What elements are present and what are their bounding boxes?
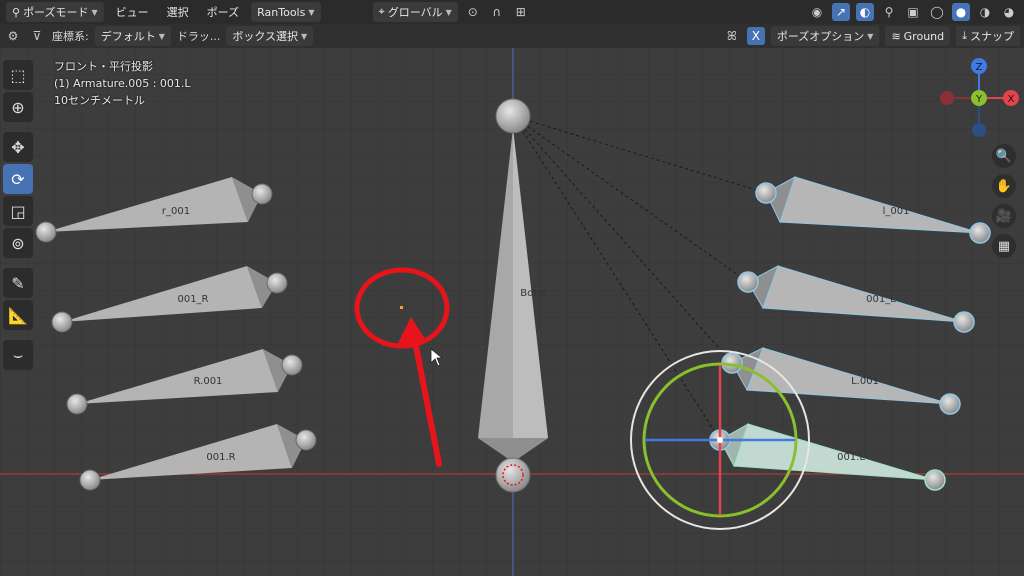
gear-icon[interactable]: ⚙ [4,27,22,45]
wireframe-shading-icon[interactable]: ◯ [928,3,946,21]
menu-select[interactable]: 選択 [161,2,195,22]
orientation-icon: ⌖ [378,5,385,18]
cursor-icon[interactable]: ⊕ [3,92,33,122]
chevron-down-icon: ▼ [308,7,315,17]
menu-view[interactable]: ビュー [110,2,155,22]
3d-cursor-dot [400,306,403,309]
chevron-down-icon: ▼ [158,31,165,41]
coord-label: 座標系: [52,30,89,43]
curve-icon[interactable]: ⌣ [3,340,33,370]
tool-settings-bar: ⚙ ⊽ 座標系: デフォルト ▼ ドラッ... ボックス選択 ▼ ꕤ X ポーズオプ… [0,24,1024,48]
3d-viewport[interactable]: Bone r_001 001_R R.001 001.R l_001 001_L… [0,48,1024,576]
gizmo-y-label: Y [975,94,983,105]
chevron-down-icon: ▼ [445,7,452,17]
snap-button[interactable]: ⤓ スナップ [956,26,1020,46]
grid-icon[interactable]: ▦ [992,234,1016,258]
butterfly-icon: ꕤ [726,28,737,43]
pose-options-dropdown[interactable]: ポーズオプション ▼ [770,26,880,46]
transform-orientation[interactable]: ⌖ グローバル ▼ [372,2,458,22]
hand-icon[interactable]: ✋ [992,174,1016,198]
material-shading-icon[interactable]: ◑ [976,3,994,21]
ground-icon: ≋ [891,29,901,43]
bone-label: 001.R [206,452,235,463]
bone-label: r_001 [162,206,190,217]
select-box-icon[interactable]: ⬚ [3,60,33,90]
chevron-down-icon: ▼ [91,7,98,17]
filter-icon[interactable]: ⊽ [28,27,46,45]
viewport-info: フロント・平行投影 (1) Armature.005 : 001.L 10センチ… [54,58,191,109]
camera-icon[interactable]: 🎥 [992,204,1016,228]
render-shading-icon[interactable]: ◕ [1000,3,1018,21]
bone-label: Bone [520,288,545,299]
gizmo-z-label: Z [976,62,983,73]
object-name: (1) Armature.005 : 001.L [54,77,191,90]
view-name: フロント・平行投影 [54,60,153,73]
visibility-icon[interactable]: ◉ [808,3,826,21]
move-icon[interactable]: ✥ [3,132,33,162]
gizmo-toggle-icon[interactable]: ↗ [832,3,850,21]
bone-label: l_001 [883,206,910,217]
solid-shading-icon[interactable]: ● [952,3,970,21]
mirror-x-toggle[interactable]: X [746,27,765,45]
bone-label: 001.L [837,452,865,463]
tool-shelf: ⬚ ⊕ ✥ ⟳ ◲ ⊚ ✎ 📐 ⌣ [3,60,35,370]
drag-label: ドラッ... [176,30,221,43]
ground-button[interactable]: ≋ Ground [885,26,951,46]
overlay-toggle-icon[interactable]: ◐ [856,3,874,21]
bone-label: L.001 [851,376,879,387]
bone-label: R.001 [194,376,223,387]
proportional-icon[interactable]: ⊞ [512,3,530,21]
bone-label: 001_R [177,294,208,305]
pose-mode-icon: ⚲ [12,5,21,19]
chevron-down-icon: ▼ [301,31,308,41]
menu-pose[interactable]: ポーズ [201,2,245,22]
measure-icon[interactable]: 📐 [3,300,33,330]
pivot-icon[interactable]: ⊙ [464,3,482,21]
zoom-icon[interactable]: 🔍 [992,144,1016,168]
rotate-icon[interactable]: ⟳ [3,164,33,194]
gizmo-x-label: X [1008,94,1015,105]
chevron-down-icon: ▼ [867,31,874,41]
annotate-icon[interactable]: ✎ [3,268,33,298]
navigation-tools: 🔍 ✋ 🎥 ▦ [992,144,1016,258]
coord-dropdown[interactable]: デフォルト ▼ [94,26,171,46]
transform-icon[interactable]: ⊚ [3,228,33,258]
drag-dropdown[interactable]: ボックス選択 ▼ [226,26,314,46]
xray-icon[interactable]: ▣ [904,3,922,21]
bone-label: 001_L [866,294,896,305]
grid-scale: 10センチメートル [54,94,145,107]
scale-icon[interactable]: ◲ [3,196,33,226]
snap-down-icon: ⤓ [962,29,967,42]
mode-selector[interactable]: ⚲ ポーズモード ▼ [6,2,104,22]
snap-icon[interactable]: ∩ [488,3,506,21]
header-bar: ⚲ ポーズモード ▼ ビュー 選択 ポーズ RanTools ▼ ⌖ グローバル ▼ ⊙ … [0,0,1024,24]
rotate-gizmo[interactable] [630,350,810,530]
rantools-menu[interactable]: RanTools ▼ [251,2,321,22]
bone-overlay-icon[interactable]: ⚲ [880,3,898,21]
